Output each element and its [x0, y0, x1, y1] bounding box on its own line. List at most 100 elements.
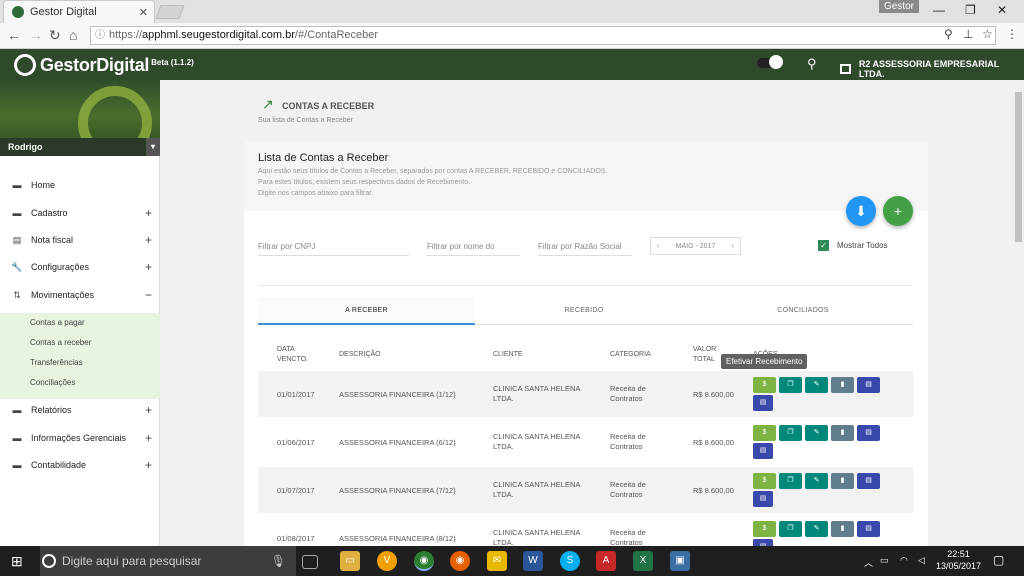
- delete-button[interactable]: ▮: [831, 425, 854, 441]
- close-window-icon[interactable]: ✕: [997, 3, 1007, 17]
- subitem-transferencias[interactable]: Transferências: [30, 358, 83, 367]
- header-valor[interactable]: VALOR TOTAL: [693, 345, 716, 365]
- document-alt-button[interactable]: ▤: [753, 395, 773, 411]
- taskbar-search[interactable]: Digite aqui para pesquisar 🎙: [40, 546, 296, 576]
- firefox-icon[interactable]: ◉: [450, 551, 470, 571]
- next-month-icon[interactable]: ›: [732, 243, 734, 250]
- battery-icon[interactable]: ▭: [880, 555, 889, 566]
- mail-icon[interactable]: ✉: [487, 551, 507, 571]
- theme-toggle[interactable]: [757, 55, 783, 69]
- app-v-icon[interactable]: V: [377, 551, 397, 571]
- document-button[interactable]: ▤: [857, 521, 880, 537]
- caret-down-icon[interactable]: ▾: [146, 138, 160, 156]
- search-icon[interactable]: ⚲: [807, 56, 817, 72]
- delete-button[interactable]: ▮: [831, 473, 854, 489]
- minimize-icon[interactable]: —: [933, 3, 945, 17]
- bookmark-star-icon[interactable]: ☆: [982, 27, 993, 41]
- receive-button[interactable]: $: [753, 473, 776, 489]
- delete-button[interactable]: ▮: [831, 521, 854, 537]
- page-scrollbar[interactable]: [1013, 80, 1024, 546]
- tab-a-receber[interactable]: A RECEBER: [258, 297, 475, 325]
- restore-icon[interactable]: ❐: [965, 3, 976, 17]
- receive-button[interactable]: $: [753, 377, 776, 393]
- new-tab-button[interactable]: [155, 5, 185, 19]
- subitem-conciliacoes[interactable]: Conciliações: [30, 378, 75, 387]
- filter-cnpj-input[interactable]: Filtrar por CNPJ: [258, 239, 409, 256]
- home-nav-icon[interactable]: ⌂: [69, 27, 77, 43]
- company-selector[interactable]: R2 ASSESSORIA EMPRESARIAL LTDA.: [840, 59, 1024, 79]
- delete-button[interactable]: ▮: [831, 377, 854, 393]
- word-icon[interactable]: W: [523, 551, 543, 571]
- tab-conciliados[interactable]: CONCILIADOS: [693, 297, 913, 325]
- document-alt-button[interactable]: ▤: [753, 539, 773, 546]
- app-logo[interactable]: GestorDigital Beta (1.1.2): [14, 54, 194, 76]
- document-button[interactable]: ▤: [857, 473, 880, 489]
- header-cliente[interactable]: CLIENTE: [493, 350, 523, 360]
- wifi-icon[interactable]: ◠: [900, 555, 908, 566]
- chrome-icon[interactable]: ◉: [414, 551, 434, 571]
- pin-icon[interactable]: ⊥: [963, 27, 973, 41]
- document-alt-button[interactable]: ▤: [753, 491, 773, 507]
- duplicate-button[interactable]: ❐: [779, 425, 802, 441]
- sidebar-item-nota-fiscal[interactable]: ▤ Nota fiscal +: [0, 228, 160, 252]
- edit-button[interactable]: ✎: [805, 521, 828, 537]
- clock[interactable]: 22:51 13/05/2017: [936, 548, 981, 572]
- microphone-icon[interactable]: 🎙: [271, 546, 286, 576]
- sidebar-item-contabilidade[interactable]: ▬ Contabilidade +: [0, 453, 160, 477]
- subitem-contas-a-receber[interactable]: Contas a receber: [30, 338, 91, 347]
- sidebar-item-informacoes-gerenciais[interactable]: ▬ Informações Gerenciais +: [0, 426, 160, 450]
- document-alt-button[interactable]: ▤: [753, 443, 773, 459]
- task-view-icon[interactable]: [302, 555, 318, 569]
- filter-razao-input[interactable]: Filtrar por Razão Social: [538, 239, 632, 256]
- sidebar-item-relatorios[interactable]: ▬ Relatórios +: [0, 398, 160, 422]
- month-selector[interactable]: ‹ MAIO - 2017 ›: [650, 237, 741, 255]
- receive-button[interactable]: $: [753, 425, 776, 441]
- sidebar-item-cadastro[interactable]: ▬ Cadastro +: [0, 201, 160, 225]
- document-button[interactable]: ▤: [857, 377, 880, 393]
- header-categoria[interactable]: CATEGORIA: [610, 350, 651, 360]
- tab-recebido[interactable]: RECEBIDO: [475, 297, 693, 325]
- notifications-icon[interactable]: ▢: [993, 553, 1004, 567]
- excel-icon[interactable]: X: [633, 551, 653, 571]
- header-data[interactable]: DATA VENCTO.: [277, 345, 308, 365]
- zoom-icon[interactable]: ⚲: [944, 27, 953, 41]
- header-descricao[interactable]: DESCRIÇÃO: [339, 350, 381, 360]
- scrollbar-thumb[interactable]: [1015, 92, 1022, 242]
- sidebar-item-home[interactable]: ▬ Home: [0, 173, 160, 197]
- back-icon[interactable]: ←: [7, 27, 21, 43]
- tray-chevron-icon[interactable]: ︿: [864, 556, 873, 569]
- sidebar-item-label: Movimentações: [31, 290, 95, 300]
- sidebar-item-movimentacoes[interactable]: ⇅ Movimentações −: [0, 283, 160, 307]
- close-tab-icon[interactable]: ✕: [139, 6, 148, 19]
- skype-icon[interactable]: S: [560, 551, 580, 571]
- sidebar-item-label: Configurações: [31, 262, 90, 272]
- edit-button[interactable]: ✎: [805, 377, 828, 393]
- edit-button[interactable]: ✎: [805, 473, 828, 489]
- windows-start-icon[interactable]: ⊞: [11, 553, 23, 570]
- edit-button[interactable]: ✎: [805, 425, 828, 441]
- duplicate-button[interactable]: ❐: [779, 521, 802, 537]
- url-input[interactable]: ⓘ https://apphml.seugestordigital.com.br/…: [90, 26, 996, 45]
- forward-icon[interactable]: →: [29, 27, 43, 43]
- reload-icon[interactable]: ↻: [49, 27, 61, 44]
- document-button[interactable]: ▤: [857, 425, 880, 441]
- browser-user-chip[interactable]: Gestor: [879, 0, 920, 13]
- duplicate-button[interactable]: ❐: [779, 377, 802, 393]
- volume-icon[interactable]: ◁: [918, 555, 925, 566]
- receive-button[interactable]: $: [753, 521, 776, 537]
- prev-month-icon[interactable]: ‹: [657, 243, 659, 250]
- browser-tab[interactable]: Gestor Digital ✕: [3, 0, 155, 23]
- cell-descricao: ASSESSORIA FINANCEIRA (6/12): [339, 438, 456, 447]
- duplicate-button[interactable]: ❐: [779, 473, 802, 489]
- download-button[interactable]: ⬇: [846, 196, 876, 226]
- menu-icon[interactable]: ⋮: [1006, 27, 1018, 41]
- add-button[interactable]: +: [883, 196, 913, 226]
- network-app-icon[interactable]: ▣: [670, 551, 690, 571]
- user-menu[interactable]: Rodrigo ▾: [0, 138, 160, 156]
- sidebar-item-configuracoes[interactable]: 🔧 Configurações +: [0, 255, 160, 279]
- show-all-checkbox[interactable]: ✓: [818, 240, 829, 251]
- file-explorer-icon[interactable]: ▭: [340, 551, 360, 571]
- pdf-icon[interactable]: A: [596, 551, 616, 571]
- subitem-contas-a-pagar[interactable]: Contas a pagar: [30, 318, 85, 327]
- filter-nome-input[interactable]: Filtrar por nome do: [427, 239, 520, 256]
